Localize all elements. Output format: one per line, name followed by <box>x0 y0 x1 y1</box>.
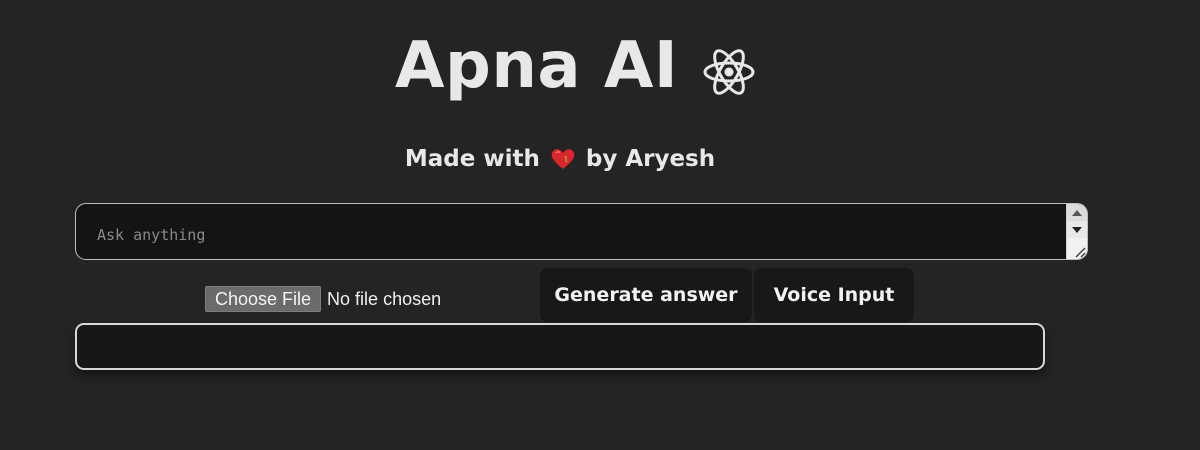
chevron-down-icon <box>1072 226 1082 233</box>
app-title-text: Apna AI <box>395 29 679 103</box>
file-upload: Choose File No file chosen <box>205 286 441 312</box>
prompt-box <box>75 203 1088 260</box>
generate-answer-button[interactable]: Generate answer <box>540 268 752 322</box>
choose-file-button[interactable]: Choose File <box>205 286 322 312</box>
prompt-input[interactable] <box>76 204 1066 259</box>
scroll-down-button[interactable] <box>1067 221 1087 238</box>
file-status: No file chosen <box>327 288 442 309</box>
credit-line: Made with by Aryesh <box>0 146 1120 172</box>
answer-output <box>75 323 1045 370</box>
scroll-up-button[interactable] <box>1067 204 1087 221</box>
heart-icon <box>550 147 576 171</box>
page-title: Apna AI <box>395 26 756 106</box>
credit-suffix: by Aryesh <box>585 146 716 172</box>
credit-prefix: Made with <box>404 146 540 172</box>
atom-icon <box>702 41 756 95</box>
resize-grip-icon[interactable] <box>1072 244 1086 258</box>
chevron-up-icon <box>1072 209 1082 216</box>
voice-input-button[interactable]: Voice Input <box>754 268 914 322</box>
app-page: Apna AI Made with by Aryesh Ask anything… <box>0 0 1200 450</box>
